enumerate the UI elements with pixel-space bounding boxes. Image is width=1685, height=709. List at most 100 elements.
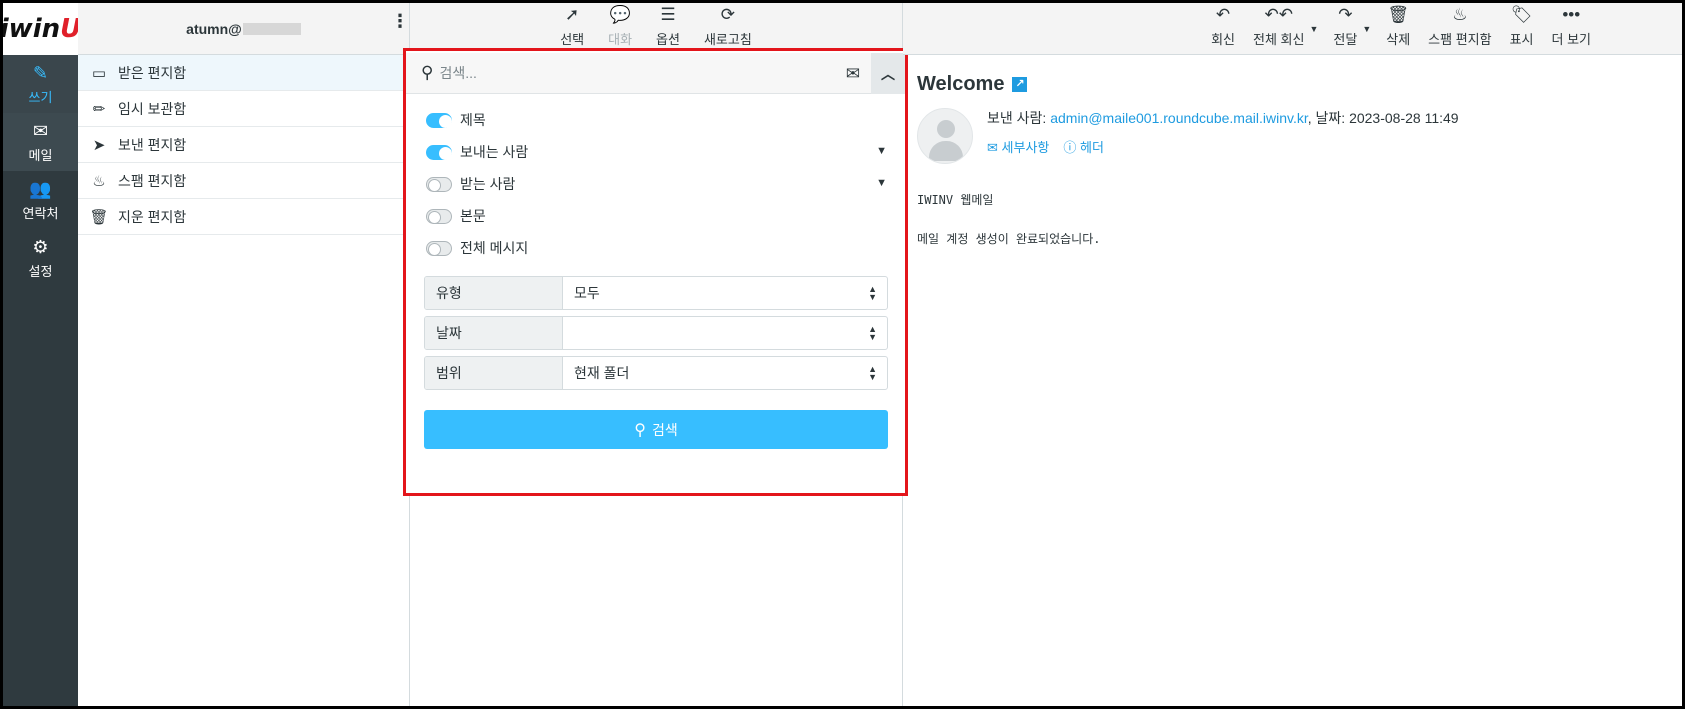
external-link-icon[interactable]: ↗ [1012,77,1028,92]
mark-button[interactable]: 🏷 표시 [1501,4,1543,54]
subject-text: Welcome [917,73,1005,95]
cursor-icon: ➚ [565,5,580,24]
option-label: 제목 [460,112,486,128]
search-option-from[interactable]: 보내는 사람 ▼ [406,136,905,168]
date-value: 2023-08-28 11:49 [1349,110,1459,126]
date-select-row: 날짜 ▲ ▼ [424,316,888,350]
folder-label: 받은 편지함 [118,64,187,81]
search-option-subject[interactable]: 제목 [406,104,905,136]
nav-settings[interactable]: ⚙ 설정 [3,229,78,287]
search-option-to[interactable]: 받는 사람 ▼ [406,168,905,200]
thread-label: 대화 [608,32,633,47]
headers-link[interactable]: ⓘ 헤더 [1063,137,1104,156]
folder-spam[interactable]: ♨ 스팸 편지함 [78,163,409,199]
toggle-switch[interactable] [426,208,452,224]
app-frame: iwin U ✎ 쓰기 ✉ 메일 👥 연락처 ⚙ 설정 atumn@ ⋮ ▭ 받은… [0,0,1685,709]
reply-all-label: 전체 회신 [1253,32,1305,47]
caret-down-icon[interactable]: ▼ [1362,24,1371,34]
date-label: 날짜 [425,317,563,349]
from-label: 보낸 사람: [987,110,1047,126]
info-icon: ⓘ [1063,140,1077,155]
details-label: 세부사항 [1001,140,1050,155]
refresh-button[interactable]: ⟳ 새로고침 [692,4,764,54]
reply-icon: ↶ [1215,5,1231,24]
forward-button[interactable]: ↷ 전달 [1324,4,1366,54]
message-view: Welcome ↗ 보낸 사람: admin@maile001.roundcub… [903,55,1682,286]
search-input[interactable]: 검색... [439,63,476,83]
message-subject: Welcome ↗ [917,73,1668,96]
select-button[interactable]: ➚ 선택 [548,4,596,54]
search-button[interactable]: ⚲ 검색 [424,410,888,449]
ellipsis-icon: ••• [1562,5,1581,24]
toggle-switch[interactable] [426,176,452,192]
avatar-head [937,120,955,138]
search-bar[interactable]: ⚲ 검색... ✉ ︿ [406,53,905,94]
folder-drafts[interactable]: ✏ 임시 보관함 [78,91,409,127]
search-option-body[interactable]: 본문 [406,200,905,232]
select-arrows-icon: ▲ ▼ [868,284,877,302]
reply-all-button[interactable]: ↶↶ 전체 회신 [1244,4,1313,54]
scope-label: 범위 [425,357,563,389]
forward-icon: ↷ [1338,5,1353,24]
date-select[interactable]: ▲ ▼ [563,317,887,349]
fire-icon: ♨ [92,172,106,190]
folder-label: 보낸 편지함 [118,136,187,153]
search-option-all[interactable]: 전체 메시지 [406,232,905,264]
contacts-icon: 👥 [29,178,52,199]
kebab-menu-icon[interactable]: ⋮ [391,12,409,30]
toggle-switch[interactable] [426,240,452,256]
nav-compose[interactable]: ✎ 쓰기 [3,55,78,113]
logo[interactable]: iwin U [3,3,81,55]
nav-settings-label: 설정 [28,263,53,279]
refresh-icon: ⟳ [720,5,735,24]
delete-button[interactable]: 🗑 삭제 [1377,4,1419,54]
spam-button[interactable]: ♨ 스팸 편지함 [1419,4,1500,54]
collapse-button[interactable]: ︿ [871,53,905,94]
thread-button[interactable]: 💬 대화 [596,4,644,54]
more-button[interactable]: ••• 더 보기 [1543,4,1601,54]
caret-down-icon[interactable]: ▼ [876,145,887,157]
message-pane: ↶ 회신 ↶↶ 전체 회신 ▼ ↷ 전달 ▼ 🗑 삭제 ♨ 스팸 편지함 🏷 표… [903,3,1682,706]
option-label: 받는 사람 [460,176,516,192]
folder-trash[interactable]: 🗑 지운 편지함 [78,199,409,235]
avatar-body [929,141,963,161]
main-nav: iwin U ✎ 쓰기 ✉ 메일 👥 연락처 ⚙ 설정 [3,3,81,706]
select-arrows-icon: ▲ ▼ [868,364,877,382]
pencil-icon: ✏ [92,100,106,118]
account-email: atumn@ [186,20,242,37]
forward-label: 전달 [1333,32,1358,47]
nav-mail[interactable]: ✉ 메일 [3,113,78,171]
reply-label: 회신 [1211,32,1236,47]
body-line: IWINV 웹메일 [917,193,994,207]
details-link[interactable]: ✉ 세부사항 [987,137,1049,156]
folder-label: 지운 편지함 [118,208,187,225]
option-label: 보내는 사람 [460,144,529,160]
scope-select[interactable]: 현재 폴더 ▲ ▼ [563,357,887,389]
nav-contacts[interactable]: 👥 연락처 [3,171,78,229]
options-button[interactable]: ☰ 옵션 [644,4,692,54]
toggle-switch[interactable] [426,144,452,160]
message-header: 보낸 사람: admin@maile001.roundcube.mail.iwi… [917,108,1668,164]
toggle-switch[interactable] [426,112,452,128]
avatar [917,108,973,164]
from-address-link[interactable]: admin@maile001.roundcube.mail.iwinv.kr [1050,110,1308,126]
inbox-icon: ▭ [91,64,107,82]
options-label: 옵션 [656,32,680,47]
header-links: ✉ 세부사항 ⓘ 헤더 [987,137,1459,156]
trash-icon: 🗑 [89,208,109,226]
headers-label: 헤더 [1080,140,1104,155]
paper-plane-icon: ➤ [92,136,106,154]
caret-down-icon[interactable]: ▼ [876,177,887,189]
reply-button[interactable]: ↶ 회신 [1202,4,1244,54]
type-select[interactable]: 모두 ▲ ▼ [563,277,887,309]
folder-pane: atumn@ ⋮ ▭ 받은 편지함 ✏ 임시 보관함 ➤ 보낸 편지함 ♨ 스팸… [78,3,410,706]
mark-label: 표시 [1509,32,1534,47]
folder-inbox[interactable]: ▭ 받은 편지함 [78,55,409,91]
redacted-text [242,22,301,35]
caret-down-icon[interactable]: ▼ [1309,24,1318,34]
gear-icon: ⚙ [32,236,49,257]
more-label: 더 보기 [1551,32,1592,47]
type-select-row: 유형 모두 ▲ ▼ [424,276,888,310]
envelope-icon[interactable]: ✉ [846,64,860,84]
folder-sent[interactable]: ➤ 보낸 편지함 [78,127,409,163]
